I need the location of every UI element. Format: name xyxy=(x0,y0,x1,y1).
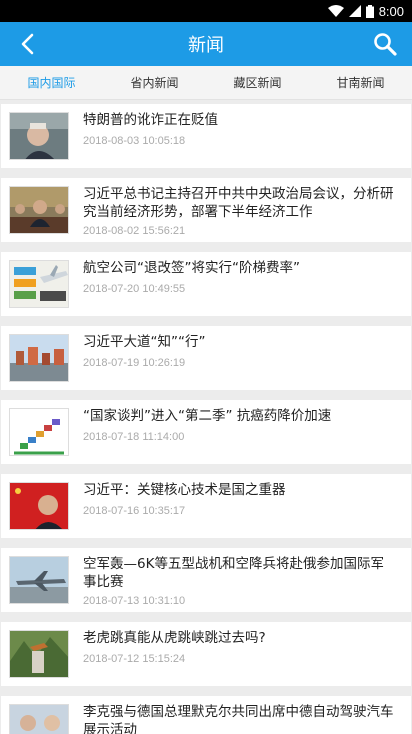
news-thumbnail xyxy=(9,630,69,678)
news-title: 习近平总书记主持召开中共中央政治局会议，分析研究当前经济形势，部署下半年经济工作 xyxy=(83,186,394,220)
news-date: 2018-07-12 15:15:24 xyxy=(83,653,186,665)
tab-domestic-international[interactable]: 国内国际 xyxy=(0,66,103,99)
chevron-left-icon xyxy=(21,33,34,55)
news-date: 2018-07-19 10:26:19 xyxy=(83,357,186,369)
status-bar: 8:00 xyxy=(0,0,412,22)
search-icon xyxy=(374,33,397,56)
news-date: 2018-08-02 15:56:21 xyxy=(83,225,186,237)
news-thumbnail xyxy=(9,186,69,234)
news-thumbnail xyxy=(9,408,69,456)
app-bar: 新闻 xyxy=(0,22,412,66)
news-title: 习近平大道“知”“行” xyxy=(83,334,206,350)
news-title: 航空公司“退改签”将实行“阶梯费率” xyxy=(83,260,300,276)
news-title: 老虎跳真能从虎跳峡跳过去吗? xyxy=(83,630,266,646)
battery-icon xyxy=(365,4,374,18)
back-button[interactable] xyxy=(0,22,54,66)
signal-icon xyxy=(348,5,361,17)
news-date: 2018-07-20 10:49:55 xyxy=(83,283,186,295)
category-tabs: 国内国际 省内新闻 藏区新闻 甘南新闻 xyxy=(0,66,412,100)
news-date: 2018-08-03 10:05:18 xyxy=(83,135,186,147)
news-date: 2018-07-16 10:35:17 xyxy=(83,505,186,517)
news-thumbnail xyxy=(9,260,69,308)
news-title: “国家谈判”进入“第二季” 抗癌药降价加速 xyxy=(83,408,332,424)
news-title: 特朗普的讹诈正在贬值 xyxy=(83,112,218,128)
news-item[interactable]: 习近平总书记主持召开中共中央政治局会议，分析研究当前经济形势，部署下半年经济工作… xyxy=(1,178,411,242)
news-date: 2018-07-13 10:31:10 xyxy=(83,595,186,607)
news-thumbnail xyxy=(9,112,69,160)
news-title: 李克强与德国总理默克尔共同出席中德自动驾驶汽车展示活动 xyxy=(83,704,394,734)
news-item[interactable]: “国家谈判”进入“第二季” 抗癌药降价加速 2018-07-18 11:14:0… xyxy=(1,400,411,464)
news-date: 2018-07-18 11:14:00 xyxy=(83,431,185,443)
news-item[interactable]: 习近平大道“知”“行” 2018-07-19 10:26:19 xyxy=(1,326,411,390)
page-title: 新闻 xyxy=(188,35,224,56)
news-item[interactable]: 老虎跳真能从虎跳峡跳过去吗? 2018-07-12 15:15:24 xyxy=(1,622,411,686)
clock: 8:00 xyxy=(378,3,404,19)
news-item[interactable]: 李克强与德国总理默克尔共同出席中德自动驾驶汽车展示活动 xyxy=(1,696,411,734)
news-thumbnail xyxy=(9,704,69,734)
news-title: 空军轰—6K等五型战机和空降兵将赴俄参加国际军事比赛 xyxy=(83,556,384,590)
tab-tibetan-region[interactable]: 藏区新闻 xyxy=(206,66,309,99)
news-thumbnail xyxy=(9,334,69,382)
news-item[interactable]: 空军轰—6K等五型战机和空降兵将赴俄参加国际军事比赛 2018-07-13 10… xyxy=(1,548,411,612)
news-list: 特朗普的讹诈正在贬值 2018-08-03 10:05:18 习近平总书记主持召… xyxy=(0,100,412,734)
tab-provincial[interactable]: 省内新闻 xyxy=(103,66,206,99)
news-item[interactable]: 习近平：关键核心技术是国之重器 2018-07-16 10:35:17 xyxy=(1,474,411,538)
news-title: 习近平：关键核心技术是国之重器 xyxy=(83,482,286,498)
news-thumbnail xyxy=(9,556,69,604)
news-item[interactable]: 特朗普的讹诈正在贬值 2018-08-03 10:05:18 xyxy=(1,104,411,168)
tab-gannan[interactable]: 甘南新闻 xyxy=(309,66,412,99)
news-thumbnail xyxy=(9,482,69,530)
wifi-icon xyxy=(327,5,344,17)
news-item[interactable]: 航空公司“退改签”将实行“阶梯费率” 2018-07-20 10:49:55 xyxy=(1,252,411,316)
search-button[interactable] xyxy=(358,22,412,66)
